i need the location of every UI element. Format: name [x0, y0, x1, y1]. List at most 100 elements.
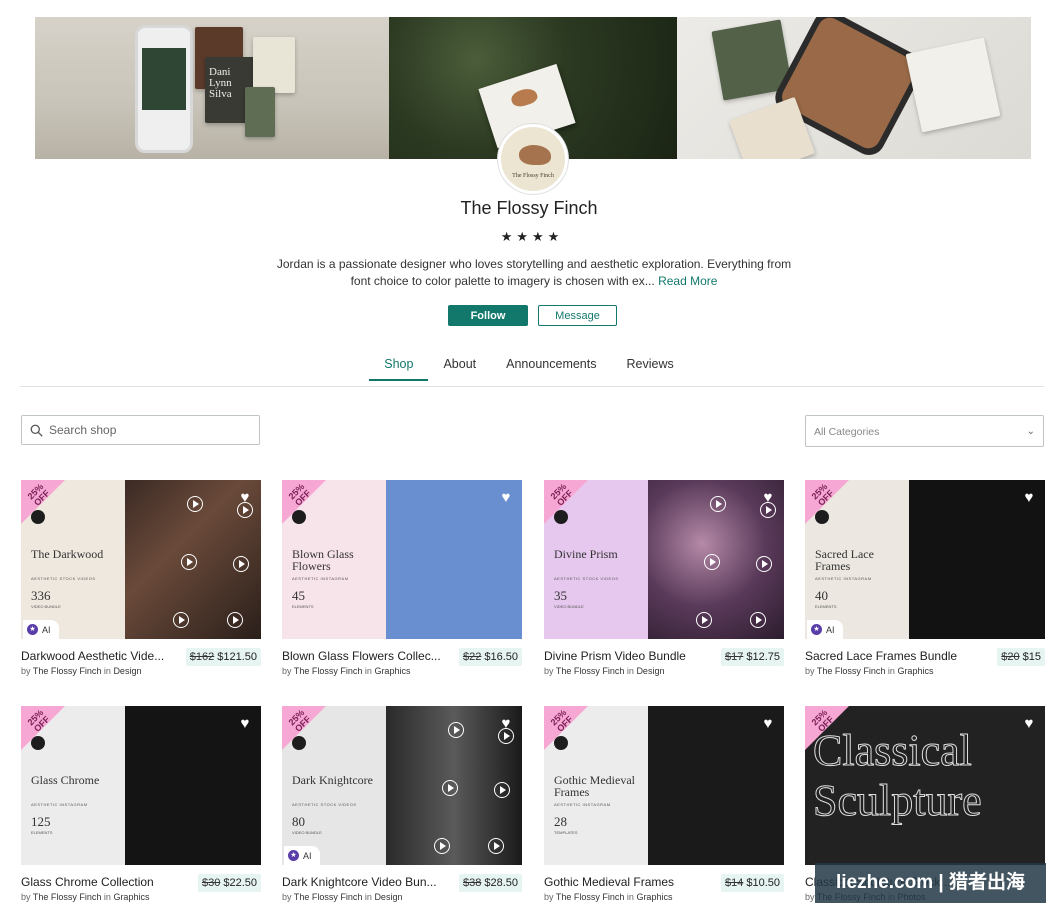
follow-button[interactable]: Follow — [448, 305, 528, 326]
category-link[interactable]: Graphics — [113, 892, 149, 902]
favorite-heart-icon[interactable]: ♥ — [760, 716, 776, 732]
product-thumbnail[interactable]: Blown Glass Flowers AESTHETIC INSTAGRAM … — [282, 480, 522, 639]
product-thumbnail[interactable]: The Darkwood AESTHETIC STOCK VIDEOS 336 … — [21, 480, 261, 639]
product-name-link[interactable]: Dark Knightcore Video Bun... — [282, 875, 442, 889]
product-name-link[interactable]: Divine Prism Video Bundle — [544, 649, 704, 663]
product-card[interactable]: The Darkwood AESTHETIC STOCK VIDEOS 336 … — [21, 480, 261, 676]
sale-price: $12.75 — [746, 651, 780, 663]
product-thumb-title: Gothic Medieval Frames — [554, 773, 635, 799]
product-card[interactable]: Blown Glass Flowers AESTHETIC INSTAGRAM … — [282, 480, 522, 676]
product-thumb-subtitle: AESTHETIC INSTAGRAM — [31, 802, 88, 807]
product-thumbnail[interactable]: Classical Sculpture 25% OFF ♥ — [805, 706, 1045, 865]
product-card[interactable]: Dark Knightcore AESTHETIC STOCK VIDEOS 8… — [282, 706, 522, 902]
category-link[interactable]: Design — [636, 666, 664, 676]
seller-link[interactable]: The Flossy Finch — [33, 666, 102, 676]
tab-shop[interactable]: Shop — [369, 357, 429, 381]
favorite-heart-icon[interactable]: ♥ — [1021, 716, 1037, 732]
tab-announcements[interactable]: Announcements — [491, 357, 611, 381]
ai-icon: ★ — [27, 624, 38, 635]
product-price: $30 $22.50 — [197, 874, 261, 892]
play-icon — [696, 612, 712, 628]
category-link[interactable]: Design — [374, 892, 402, 902]
ai-badge-label: AI — [42, 624, 51, 635]
product-thumb-count-label: ELEMENTS — [292, 604, 314, 609]
favorite-heart-icon[interactable]: ♥ — [237, 490, 253, 506]
seller-link[interactable]: The Flossy Finch — [556, 666, 625, 676]
category-link[interactable]: Graphics — [636, 892, 672, 902]
byline-in: in — [626, 666, 634, 676]
play-icon — [233, 556, 249, 572]
product-thumb-subtitle: AESTHETIC STOCK VIDEOS — [31, 576, 96, 581]
favorite-heart-icon[interactable]: ♥ — [237, 716, 253, 732]
byline-in: in — [364, 892, 372, 902]
shop-avatar[interactable]: The Flossy Finch — [498, 124, 568, 194]
product-thumbnail[interactable]: Gothic Medieval Frames AESTHETIC INSTAGR… — [544, 706, 784, 865]
byline-prefix: by — [21, 892, 31, 902]
category-link[interactable]: Graphics — [374, 666, 410, 676]
avatar-logo-text: The Flossy Finch — [512, 173, 554, 179]
original-price: $22 — [462, 651, 482, 663]
product-thumbnail[interactable]: Dark Knightcore AESTHETIC STOCK VIDEOS 8… — [282, 706, 522, 865]
tab-about[interactable]: About — [428, 357, 491, 381]
seller-link[interactable]: The Flossy Finch — [817, 666, 886, 676]
seller-link[interactable]: The Flossy Finch — [556, 892, 625, 902]
read-more-link[interactable]: Read More — [658, 274, 717, 288]
product-byline: by The Flossy Finch in Design — [544, 666, 664, 676]
product-thumb-count: 40 — [815, 588, 828, 603]
product-thumb-title: Dark Knightcore — [292, 773, 373, 787]
byline-in: in — [887, 666, 895, 676]
play-icon — [227, 612, 243, 628]
tab-reviews[interactable]: Reviews — [611, 357, 688, 381]
product-thumbnail[interactable]: Sacred Lace Frames AESTHETIC INSTAGRAM 4… — [805, 480, 1045, 639]
category-link[interactable]: Design — [113, 666, 141, 676]
product-thumb-title: Blown Glass Flowers — [292, 547, 354, 573]
favorite-heart-icon[interactable]: ♥ — [1021, 490, 1037, 506]
mockup-card — [253, 37, 295, 93]
message-button[interactable]: Message — [538, 305, 617, 326]
product-byline: by The Flossy Finch in Graphics — [282, 666, 410, 676]
byline-prefix: by — [282, 892, 292, 902]
byline-prefix: by — [282, 666, 292, 676]
product-price: $22 $16.50 — [458, 648, 522, 666]
category-link[interactable]: Graphics — [897, 666, 933, 676]
seller-link[interactable]: The Flossy Finch — [294, 892, 363, 902]
seller-link[interactable]: The Flossy Finch — [33, 892, 102, 902]
product-info-row: Divine Prism Video Bundle $17 $12.75 — [544, 648, 784, 666]
product-thumb-count: 125 — [31, 814, 51, 829]
product-thumb-count-label: VIDEO BUNDLE — [554, 604, 584, 609]
original-price: $14 — [724, 877, 744, 889]
product-name-link[interactable]: Blown Glass Flowers Collec... — [282, 649, 442, 663]
product-thumb-subtitle: AESTHETIC INSTAGRAM — [815, 576, 872, 581]
product-thumbnail[interactable]: Glass Chrome AESTHETIC INSTAGRAM 125 ELE… — [21, 706, 261, 865]
product-card[interactable]: Sacred Lace Frames AESTHETIC INSTAGRAM 4… — [805, 480, 1045, 676]
search-input[interactable] — [49, 423, 249, 437]
product-thumb-title: Divine Prism — [554, 547, 618, 561]
product-card[interactable]: Gothic Medieval Frames AESTHETIC INSTAGR… — [544, 706, 784, 902]
product-thumb-count: 45 — [292, 588, 305, 603]
play-icon — [704, 554, 720, 570]
favorite-heart-icon[interactable]: ♥ — [498, 716, 514, 732]
product-price: $20 $15 — [997, 648, 1045, 666]
category-select[interactable]: All Categories ⌄ — [805, 415, 1044, 447]
product-name-link[interactable]: Darkwood Aesthetic Vide... — [21, 649, 181, 663]
play-icon — [442, 780, 458, 796]
shop-search[interactable] — [21, 415, 260, 445]
favorite-heart-icon[interactable]: ♥ — [760, 490, 776, 506]
favorite-heart-icon[interactable]: ♥ — [498, 490, 514, 506]
sale-price: $121.50 — [217, 651, 257, 663]
seller-link[interactable]: The Flossy Finch — [294, 666, 363, 676]
sale-price: $15 — [1022, 651, 1041, 663]
product-thumbnail[interactable]: Divine Prism AESTHETIC STOCK VIDEOS 35 V… — [544, 480, 784, 639]
product-name-link[interactable]: Glass Chrome Collection — [21, 875, 181, 889]
product-name-link[interactable]: Gothic Medieval Frames — [544, 875, 704, 889]
product-info-row: Dark Knightcore Video Bun... $38 $28.50 — [282, 874, 522, 892]
mockup-names-text: Dani Lynn Silva — [209, 66, 232, 100]
product-card[interactable]: Divine Prism AESTHETIC STOCK VIDEOS 35 V… — [544, 480, 784, 676]
product-card[interactable]: Glass Chrome AESTHETIC INSTAGRAM 125 ELE… — [21, 706, 261, 902]
mockup-card — [245, 87, 275, 137]
product-name-link[interactable]: Sacred Lace Frames Bundle — [805, 649, 965, 663]
play-icon — [494, 782, 510, 798]
product-card[interactable]: Classical Sculpture 25%OFF ♥ Classical S… — [805, 706, 1045, 902]
play-icon — [181, 554, 197, 570]
shop-title: The Flossy Finch — [460, 198, 598, 218]
